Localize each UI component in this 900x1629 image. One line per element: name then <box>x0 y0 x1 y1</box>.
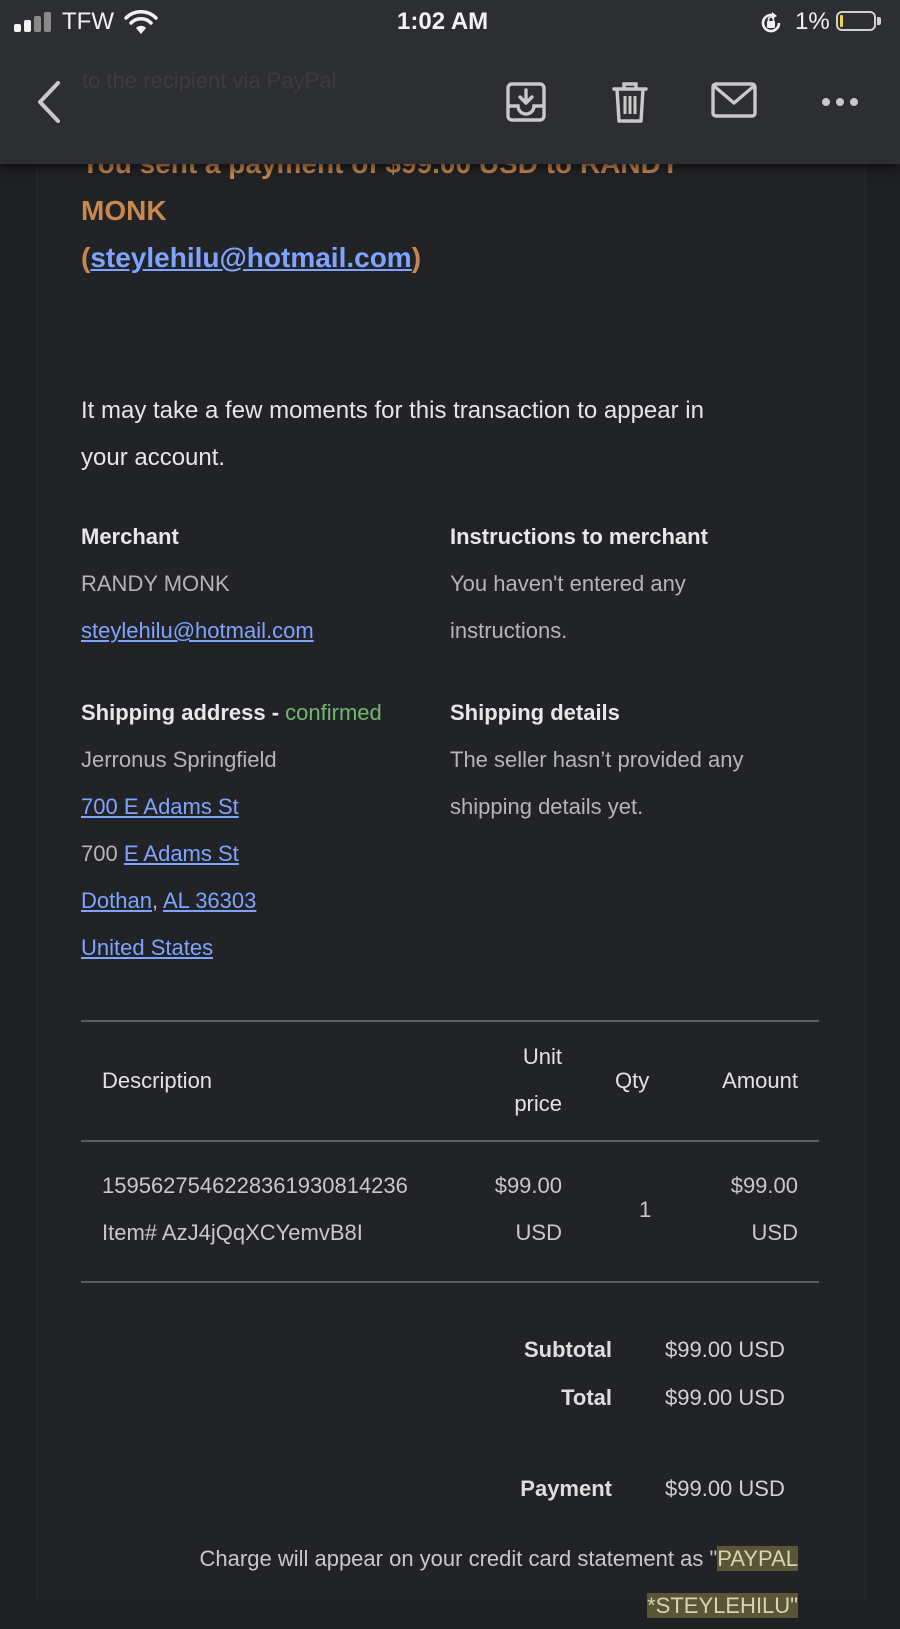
shipping-address-label-text: Shipping address - <box>81 700 280 725</box>
shipping-name: Jerronus Springfield <box>81 747 277 772</box>
notice-line-2: your account. <box>81 444 226 471</box>
mail-icon[interactable] <box>711 80 757 120</box>
subtotal-label: Subtotal <box>524 1337 612 1362</box>
item-qty: 1 <box>639 1197 652 1222</box>
col-header-unit: Unit <box>522 1044 562 1069</box>
charge-note-line-2: *STEYLEHILU" <box>647 1582 798 1629</box>
shipping-details-label: Shipping details <box>450 700 620 725</box>
total-value: $99.00 USD <box>665 1385 785 1410</box>
notice-line-1: It may take a few moments for this trans… <box>81 397 704 424</box>
merchant-label: Merchant <box>81 524 179 549</box>
merchant-name: RANDY MONK <box>81 571 230 596</box>
payment-value: $99.00 USD <box>665 1476 785 1501</box>
total-label: Total <box>561 1385 612 1410</box>
archive-icon[interactable] <box>505 80 547 124</box>
charge-note-highlight-2: *STEYLEHILU" <box>647 1593 798 1618</box>
col-header-amount: Amount <box>722 1068 798 1093</box>
item-unit-price: $99.00 <box>494 1173 562 1198</box>
wifi-icon <box>124 10 158 34</box>
country-link[interactable]: United States <box>81 924 213 971</box>
status-bar: TFW 1:02 AM 1% <box>0 0 900 46</box>
charge-note-highlight: PAYPAL <box>717 1546 798 1571</box>
shipping-details-line-1: The seller hasn’t provided any <box>450 747 744 772</box>
merchant-email-link[interactable]: steylehilu@hotmail.com <box>81 607 314 654</box>
shipping-details-line-2: shipping details yet. <box>450 794 644 819</box>
ghost-subject-text: to the recipient via PayPal <box>82 68 337 93</box>
transaction-notice: It may take a few moments for this trans… <box>81 387 819 481</box>
back-icon[interactable] <box>34 80 64 124</box>
close-paren: ) <box>411 242 422 273</box>
rotation-lock-icon <box>761 12 781 33</box>
col-header-description: Description <box>102 1068 213 1093</box>
heading-email-link[interactable]: steylehilu@hotmail.com <box>90 242 411 273</box>
item-description: 1595627546228361930814236 <box>102 1173 408 1198</box>
status-time: 1:02 AM <box>397 8 489 35</box>
carrier-name: TFW <box>62 8 114 35</box>
charge-note: Charge will appear on your credit card s… <box>200 1535 798 1582</box>
item-number: Item# AzJ4jQqXCYemvB8I <box>102 1220 363 1245</box>
signal-icon <box>14 12 54 32</box>
payment-label: Payment <box>520 1476 612 1501</box>
battery-percent: 1% <box>795 8 830 35</box>
confirmed-status: confirmed <box>285 700 382 725</box>
shipping-address-label: Shipping address - confirmed <box>81 689 382 736</box>
state-zip-link[interactable]: AL 36303 <box>163 888 256 913</box>
address-city-line: Dothan, AL 36303 <box>81 877 256 924</box>
instructions-label: Instructions to merchant <box>450 524 708 549</box>
open-paren: ( <box>81 242 91 273</box>
col-header-price: price <box>514 1091 562 1116</box>
instructions-line-2: instructions. <box>450 618 568 643</box>
table-header-divider <box>81 1140 819 1142</box>
heading-recipient-name: MONK <box>81 195 167 226</box>
item-unit-price-currency: USD <box>515 1220 562 1245</box>
address-line-2-link[interactable]: E Adams St <box>124 841 239 866</box>
city-comma: , <box>151 888 159 913</box>
address-line-1-link[interactable]: 700 E Adams St <box>81 783 239 830</box>
table-top-divider <box>81 1020 819 1022</box>
top-bar: TFW 1:02 AM 1% to the recipient via PayP… <box>0 0 900 164</box>
more-icon[interactable] <box>821 96 859 108</box>
address-line-2: 700 E Adams St <box>81 830 239 877</box>
trash-icon[interactable] <box>612 80 648 124</box>
subtotal-value: $99.00 USD <box>665 1337 785 1362</box>
instructions-line-1: You haven't entered any <box>450 571 686 596</box>
address-line-2-number: 700 <box>81 841 118 866</box>
battery-icon <box>836 11 882 33</box>
col-header-qty: Qty <box>615 1068 650 1093</box>
heading-recipient-email-line: (steylehilu@hotmail.com) <box>81 234 819 281</box>
charge-note-text: Charge will appear on your credit card s… <box>199 1546 718 1571</box>
item-amount: $99.00 <box>730 1173 798 1198</box>
item-amount-currency: USD <box>751 1220 798 1245</box>
table-bottom-divider <box>81 1281 819 1283</box>
city-link[interactable]: Dothan <box>81 888 152 913</box>
